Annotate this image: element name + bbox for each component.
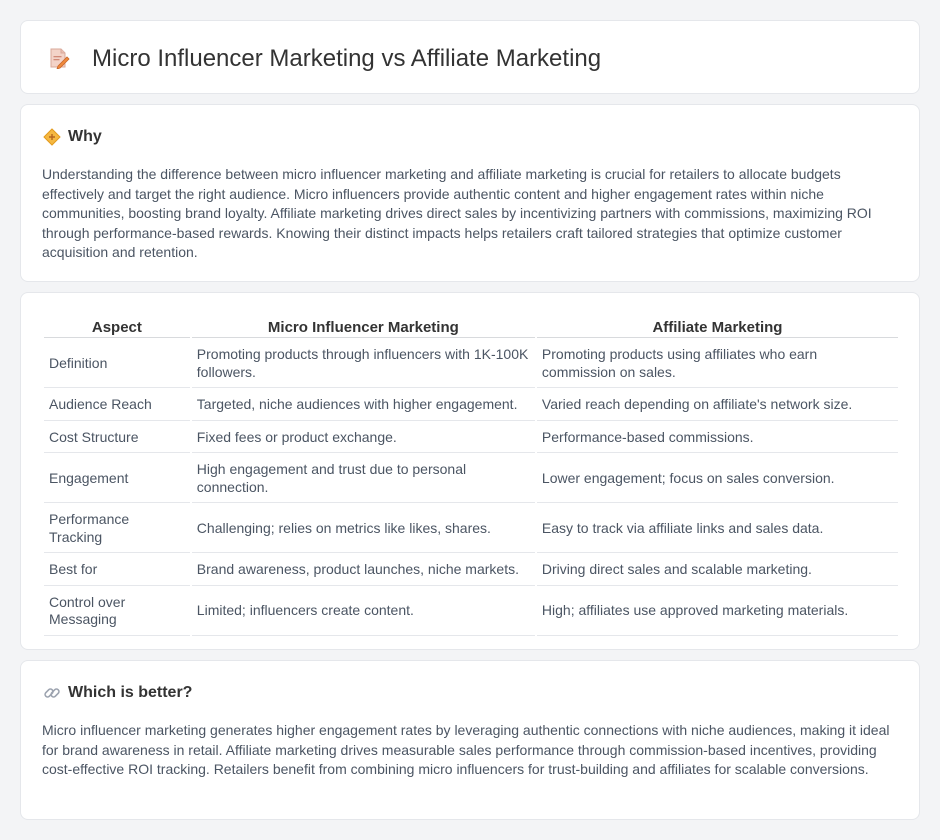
aspect-cell: Audience Reach	[44, 390, 190, 421]
micro-influencer-cell: High engagement and trust due to persona…	[191, 455, 535, 503]
column-header-micro-influencer: Micro Influencer Marketing	[191, 317, 535, 338]
table-row: Best for Brand awareness, product launch…	[44, 555, 898, 586]
table-row: Performance Tracking Challenging; relies…	[44, 505, 898, 553]
aspect-cell: Best for	[44, 555, 190, 586]
header-card: Micro Influencer Marketing vs Affiliate …	[20, 20, 920, 94]
affiliate-cell: Promoting products using affiliates who …	[536, 340, 898, 388]
micro-influencer-cell: Fixed fees or product exchange.	[191, 423, 535, 453]
table-row: Audience Reach Targeted, niche audiences…	[44, 390, 898, 421]
column-header-aspect: Aspect	[44, 317, 190, 338]
micro-influencer-cell: Brand awareness, product launches, niche…	[191, 555, 535, 586]
affiliate-cell: High; affiliates use approved marketing …	[536, 588, 898, 636]
affiliate-cell: Performance-based commissions.	[536, 423, 898, 453]
aspect-cell: Engagement	[44, 455, 190, 503]
table-row: Cost Structure Fixed fees or product exc…	[44, 423, 898, 453]
comparison-section: Aspect Micro Influencer Marketing Affili…	[20, 292, 920, 650]
affiliate-cell: Varied reach depending on affiliate's ne…	[536, 390, 898, 421]
page-title: Micro Influencer Marketing vs Affiliate …	[92, 45, 602, 72]
table-row: Engagement High engagement and trust due…	[44, 455, 898, 503]
which-is-better-heading: Which is better?	[68, 684, 193, 701]
comparison-table: Aspect Micro Influencer Marketing Affili…	[42, 315, 900, 638]
aspect-cell: Control over Messaging	[44, 588, 190, 636]
which-is-better-section: Which is better? Micro influencer market…	[20, 660, 920, 820]
which-is-better-text: Micro influencer marketing generates hig…	[42, 722, 890, 777]
affiliate-cell: Lower engagement; focus on sales convers…	[536, 455, 898, 503]
diamond-icon	[43, 128, 61, 146]
aspect-cell: Definition	[44, 340, 190, 388]
table-header-row: Aspect Micro Influencer Marketing Affili…	[44, 317, 898, 338]
table-row: Definition Promoting products through in…	[44, 340, 898, 388]
micro-influencer-cell: Challenging; relies on metrics like like…	[191, 505, 535, 553]
micro-influencer-cell: Limited; influencers create content.	[191, 588, 535, 636]
affiliate-cell: Easy to track via affiliate links and sa…	[536, 505, 898, 553]
micro-influencer-cell: Targeted, niche audiences with higher en…	[191, 390, 535, 421]
aspect-cell: Performance Tracking	[44, 505, 190, 553]
micro-influencer-cell: Promoting products through influencers w…	[191, 340, 535, 388]
why-text: Understanding the difference between mic…	[42, 166, 872, 260]
table-row: Control over Messaging Limited; influenc…	[44, 588, 898, 636]
why-section: Why Understanding the difference between…	[20, 104, 920, 282]
link-icon	[44, 688, 60, 698]
affiliate-cell: Driving direct sales and scalable market…	[536, 555, 898, 586]
column-header-affiliate: Affiliate Marketing	[536, 317, 898, 338]
aspect-cell: Cost Structure	[44, 423, 190, 453]
document-pencil-icon	[50, 48, 70, 69]
why-heading: Why	[68, 128, 102, 145]
